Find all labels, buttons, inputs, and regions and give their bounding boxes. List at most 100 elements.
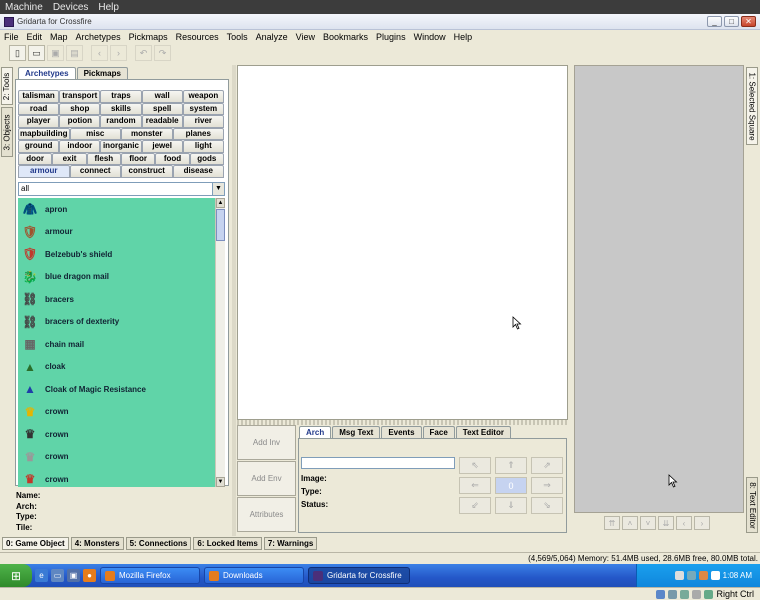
tab-face[interactable]: Face (422, 426, 455, 438)
category-tab-floor[interactable]: floor (120, 152, 156, 165)
left-splitter[interactable] (232, 65, 236, 536)
tab-pickmaps[interactable]: Pickmaps (76, 67, 128, 79)
category-tab-door[interactable]: door (18, 152, 53, 165)
filter-combobox[interactable]: all ▼ (18, 182, 225, 196)
tab-warnings[interactable]: 7: Warnings (263, 537, 318, 550)
category-tab-system[interactable]: system (182, 102, 224, 115)
category-tab-wall[interactable]: wall (141, 90, 183, 103)
category-tab-shop[interactable]: shop (59, 102, 101, 115)
usb-icon[interactable] (680, 589, 690, 599)
category-tab-river[interactable]: river (182, 115, 224, 128)
list-item[interactable]: ▲ cloak (18, 356, 215, 379)
vbox-menu-devices[interactable]: Devices (48, 2, 94, 13)
vbox-menu-help[interactable]: Help (93, 2, 124, 13)
menu-help[interactable]: Help (450, 32, 477, 42)
network-icon[interactable] (686, 571, 696, 580)
category-tab-misc[interactable]: misc (69, 127, 121, 140)
list-item[interactable]: 🧥 apron (18, 198, 215, 221)
desktop-icon[interactable]: ▭ (51, 569, 64, 582)
dir-southwest-button[interactable]: ⇙ (459, 497, 491, 514)
dir-northeast-button[interactable]: ⇗ (531, 457, 563, 474)
list-item[interactable]: 🛡 armour (18, 221, 215, 244)
mouse-integration-icon[interactable] (704, 589, 714, 599)
category-tab-mapbuilding[interactable]: mapbuilding (18, 127, 70, 140)
tab-objects[interactable]: 3: Objects (1, 107, 13, 157)
save-map-icon[interactable]: ▣ (47, 45, 64, 61)
category-tab-inorganic[interactable]: inorganic (100, 140, 142, 153)
dir-north-button[interactable]: ⇑ (495, 457, 527, 474)
tab-text-editor-side[interactable]: 8: Text Editor (746, 477, 758, 533)
volume-icon[interactable] (710, 571, 720, 580)
menu-file[interactable]: File (0, 32, 23, 42)
firefox-quicklaunch-icon[interactable]: ● (83, 569, 96, 582)
menu-archetypes[interactable]: Archetypes (72, 32, 125, 42)
tab-selected-square[interactable]: 1: Selected Square (746, 67, 758, 145)
chevron-down-icon[interactable]: ▼ (212, 183, 224, 195)
menu-plugins[interactable]: Plugins (372, 32, 410, 42)
tab-locked-items[interactable]: 6: Locked Items (193, 537, 262, 550)
menu-bookmarks[interactable]: Bookmarks (319, 32, 372, 42)
category-tab-planes[interactable]: planes (172, 127, 224, 140)
vbox-menu-machine[interactable]: Machine (0, 2, 48, 13)
tab-game-object[interactable]: 0: Game Object (2, 537, 69, 550)
tab-archetypes[interactable]: Archetypes (18, 67, 76, 79)
scroll-down-icon[interactable]: ▼ (216, 477, 225, 487)
start-button[interactable]: ⊞ (0, 564, 32, 587)
list-item[interactable]: ⛓ bracers of dexterity (18, 311, 215, 334)
maximize-button[interactable]: □ (724, 16, 739, 27)
list-scrollbar[interactable]: ▲ ▼ (215, 198, 225, 487)
list-item[interactable]: 🛡 Belzebub's shield (18, 243, 215, 266)
task-gridarta[interactable]: Gridarta for Crossfire (308, 567, 410, 584)
forward-icon[interactable]: › (110, 45, 127, 61)
add-inv-button[interactable]: Add Inv (237, 425, 296, 460)
category-tab-disease[interactable]: disease (172, 165, 224, 178)
category-tab-monster[interactable]: monster (121, 127, 173, 140)
down-icon[interactable]: ˅ (640, 516, 656, 530)
list-item[interactable]: ♛ crown (18, 446, 215, 469)
category-tab-spell[interactable]: spell (141, 102, 183, 115)
list-item[interactable]: ▲ Cloak of Magic Resistance (18, 378, 215, 401)
menu-tools[interactable]: Tools (223, 32, 252, 42)
menu-edit[interactable]: Edit (23, 32, 47, 42)
undo-icon[interactable]: ↶ (135, 45, 152, 61)
menu-window[interactable]: Window (410, 32, 450, 42)
list-item[interactable]: ♛ crown (18, 401, 215, 424)
tray-icon[interactable] (674, 571, 684, 580)
category-tab-flesh[interactable]: flesh (86, 152, 121, 165)
hdd-icon[interactable] (656, 589, 666, 599)
category-tab-talisman[interactable]: talisman (18, 90, 60, 103)
tab-text-editor[interactable]: Text Editor (455, 426, 511, 438)
task-firefox[interactable]: Mozilla Firefox (100, 567, 200, 584)
category-tab-ground[interactable]: ground (18, 140, 60, 153)
list-item[interactable]: ⛓ bracers (18, 288, 215, 311)
dir-south-button[interactable]: ⇓ (495, 497, 527, 514)
category-tab-food[interactable]: food (155, 152, 190, 165)
next-icon[interactable]: › (694, 516, 710, 530)
category-tab-player[interactable]: player (18, 115, 60, 128)
category-tab-traps[interactable]: traps (100, 90, 142, 103)
up-icon[interactable]: ˄ (622, 516, 638, 530)
tab-msg-text[interactable]: Msg Text (332, 426, 381, 438)
dir-east-button[interactable]: ⇒ (531, 477, 563, 494)
cd-icon[interactable] (668, 589, 678, 599)
new-map-icon[interactable]: ▯ (9, 45, 26, 61)
scroll-thumb[interactable] (216, 209, 225, 241)
tab-connections[interactable]: 5: Connections (125, 537, 192, 550)
category-tab-light[interactable]: light (182, 140, 224, 153)
tab-events[interactable]: Events (381, 426, 422, 438)
tab-arch[interactable]: Arch (299, 426, 332, 438)
category-tab-road[interactable]: road (18, 102, 60, 115)
back-icon[interactable]: ‹ (91, 45, 108, 61)
menu-analyze[interactable]: Analyze (252, 32, 292, 42)
redo-icon[interactable]: ↷ (154, 45, 171, 61)
category-tab-random[interactable]: random (100, 115, 142, 128)
category-tab-construct[interactable]: construct (121, 165, 173, 178)
attributes-button[interactable]: Attributes (237, 497, 296, 532)
category-tab-connect[interactable]: connect (69, 165, 121, 178)
close-button[interactable]: ✕ (741, 16, 756, 27)
tab-tools[interactable]: 2: Tools (1, 67, 13, 105)
save-all-icon[interactable]: ▤ (66, 45, 83, 61)
category-tab-potion[interactable]: potion (59, 115, 101, 128)
scroll-up-icon[interactable]: ▲ (216, 198, 225, 208)
category-tab-transport[interactable]: transport (59, 90, 101, 103)
